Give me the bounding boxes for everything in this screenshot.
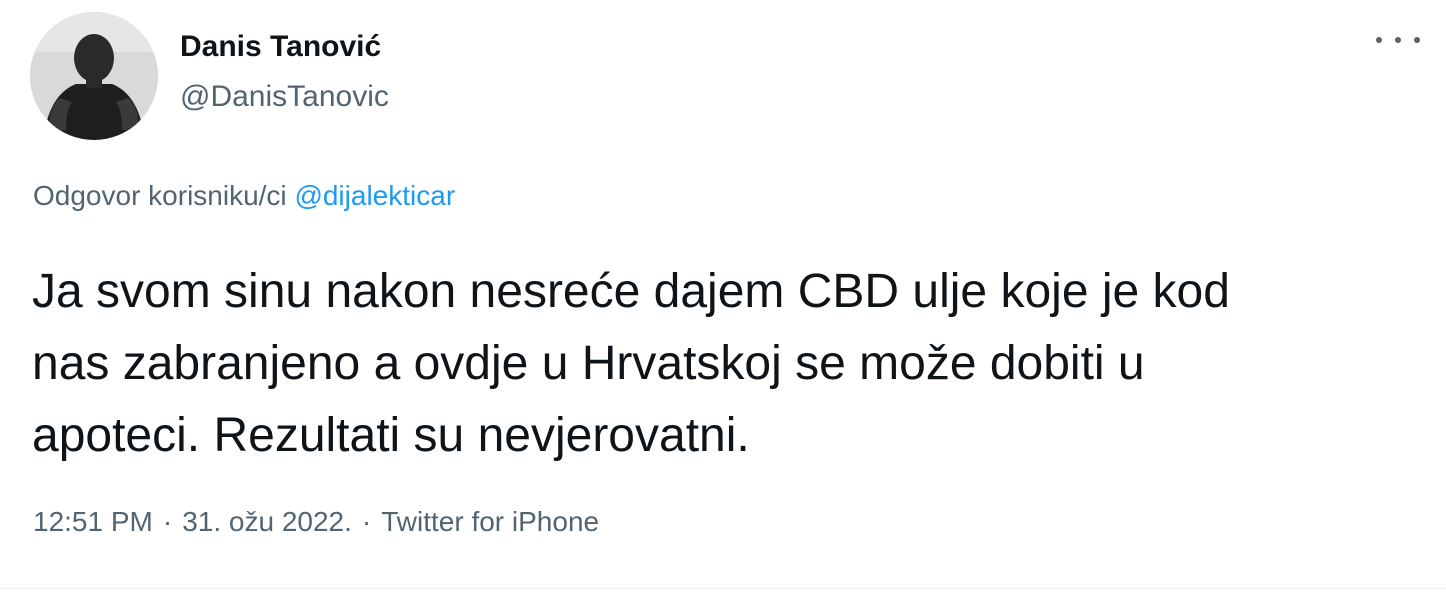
avatar[interactable] xyxy=(30,12,158,140)
more-horizontal-icon xyxy=(1376,37,1382,43)
tweet-metadata: 12:51 PM · 31. ožu 2022. · Twitter for iPhon… xyxy=(33,506,599,538)
tweet-card: Danis Tanović @DanisTanovic Odgovor kori… xyxy=(0,0,1446,600)
display-name[interactable]: Danis Tanović xyxy=(180,30,381,64)
tweet-time: 12:51 PM xyxy=(33,506,153,537)
tweet-source-link[interactable]: Twitter for iPhone xyxy=(381,506,599,537)
tweet-text-line: nas zabranjeno a ovdje u Hrvatskoj se mo… xyxy=(32,337,1145,390)
meta-separator: · xyxy=(162,506,173,537)
tweet-text: Ja svom sinu nakon nesreće dajem CBD ulj… xyxy=(32,256,1422,472)
reply-prefix: Odgovor korisniku/ci xyxy=(33,180,287,211)
more-horizontal-icon xyxy=(1414,37,1420,43)
reply-context: Odgovor korisniku/ci @dijalekticar xyxy=(33,180,455,212)
reply-mention-link[interactable]: @dijalekticar xyxy=(294,180,455,211)
more-horizontal-icon xyxy=(1395,37,1401,43)
tweet-timestamp-link[interactable]: 12:51 PM · 31. ožu 2022. xyxy=(33,506,352,537)
tweet-text-line: Ja svom sinu nakon nesreće dajem CBD ulj… xyxy=(32,265,1230,318)
tweet-date: 31. ožu 2022. xyxy=(182,506,352,537)
tweet-text-line: apoteci. Rezultati su nevjerovatni. xyxy=(32,409,750,462)
meta-separator: · xyxy=(361,506,372,537)
user-handle[interactable]: @DanisTanovic xyxy=(180,80,389,114)
more-options-button[interactable] xyxy=(1376,30,1420,50)
divider xyxy=(0,588,1446,589)
avatar-photo xyxy=(30,12,158,140)
